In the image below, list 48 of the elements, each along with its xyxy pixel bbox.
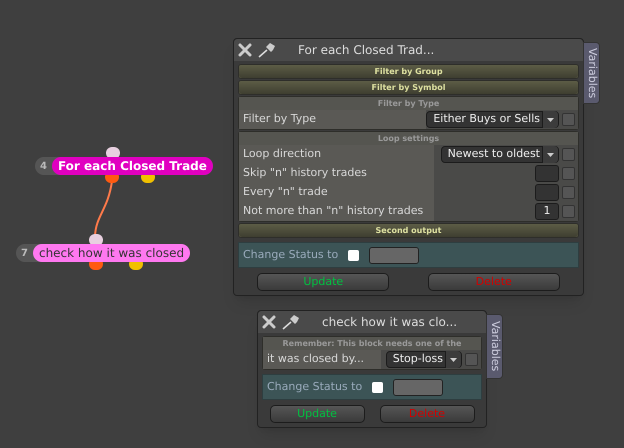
update-button[interactable]: Update xyxy=(270,405,364,423)
section-header[interactable]: Filter by Group xyxy=(239,65,578,78)
section-header[interactable]: Loop settings xyxy=(239,132,578,145)
close-icon[interactable] xyxy=(238,43,252,57)
window-title: check how it was clo... xyxy=(322,314,458,331)
checkbox[interactable] xyxy=(562,186,575,199)
pushpin-icon[interactable] xyxy=(282,314,302,330)
dropdown[interactable]: Either Buys or Sells xyxy=(426,111,559,128)
caret-icon xyxy=(547,152,554,156)
field-label: it was closed by... xyxy=(263,350,381,369)
field-label: Loop direction xyxy=(239,145,434,164)
caret-icon xyxy=(450,358,457,362)
checkbox[interactable] xyxy=(562,167,575,180)
node-label[interactable]: For each Closed Trade xyxy=(52,157,213,175)
checkbox[interactable] xyxy=(348,250,360,260)
dropdown[interactable]: Stop-loss xyxy=(386,351,462,368)
side-tab[interactable]: Variables xyxy=(583,42,600,104)
window-title: For each Closed Trad... xyxy=(298,42,434,59)
update-button[interactable]: Update xyxy=(257,273,390,291)
number-field[interactable] xyxy=(535,184,559,201)
pushpin-icon[interactable] xyxy=(258,42,278,58)
status-field[interactable] xyxy=(393,378,444,396)
number-field[interactable] xyxy=(535,165,559,182)
dropdown[interactable]: Newest to oldest xyxy=(440,146,559,163)
field-label: Not more than "n" history trades xyxy=(239,202,434,221)
status-label: Change Status to xyxy=(243,246,338,263)
caret-icon xyxy=(547,118,554,122)
field-label: Filter by Type xyxy=(239,110,426,129)
field-label: Every "n" trade xyxy=(239,183,434,202)
checkbox[interactable] xyxy=(562,113,575,126)
status-field[interactable] xyxy=(369,246,420,264)
section-header[interactable]: Second output xyxy=(239,224,578,237)
node-label[interactable]: check how it was closed xyxy=(32,244,190,262)
node-number: 7 xyxy=(20,246,29,260)
status-label: Change Status to xyxy=(267,378,362,395)
section-header[interactable]: Filter by Symbol xyxy=(239,81,578,94)
checkbox[interactable] xyxy=(372,382,384,392)
section-header[interactable]: Filter by Type xyxy=(239,97,578,110)
checkbox[interactable] xyxy=(465,353,478,366)
close-icon[interactable] xyxy=(262,315,276,329)
checkbox[interactable] xyxy=(562,148,575,161)
connector-line xyxy=(94,180,113,236)
number-field[interactable]: 1 xyxy=(535,203,559,220)
node-number: 4 xyxy=(39,160,48,174)
side-tab[interactable]: Variables xyxy=(486,314,503,379)
section-header[interactable]: Remember: This block needs one of the xyxy=(263,337,481,350)
field-label: Skip "n" history trades xyxy=(239,164,434,183)
checkbox[interactable] xyxy=(562,205,575,218)
